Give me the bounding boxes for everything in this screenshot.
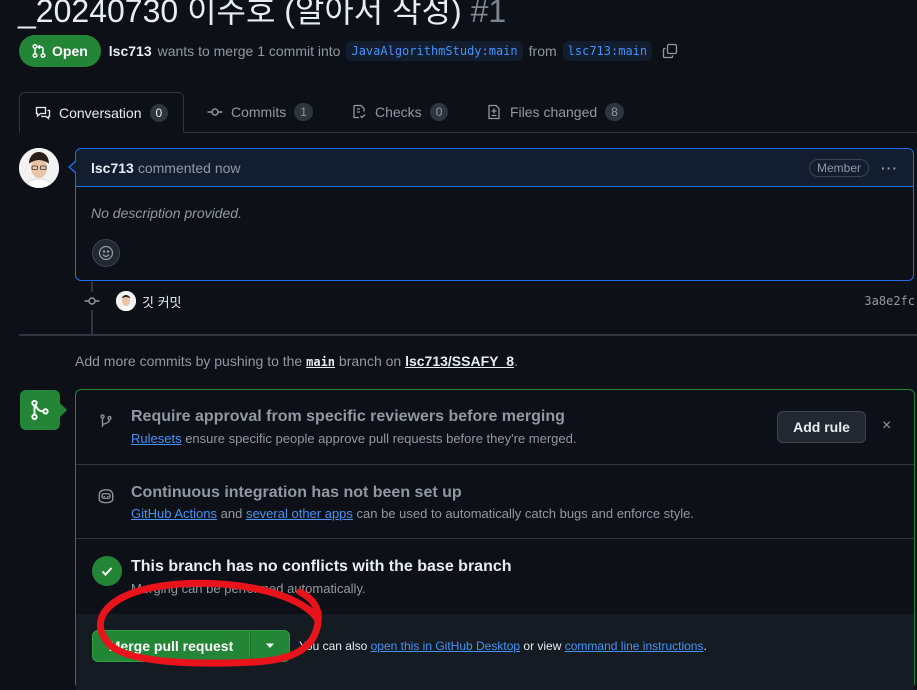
pr-title-text: _20240730 이주호 (알아서 작성)	[18, 0, 462, 29]
merge-box: Require approval from specific reviewers…	[75, 389, 915, 690]
close-icon[interactable]: ×	[882, 417, 891, 435]
rulesets-text: Rulesets ensure specific people approve …	[131, 431, 576, 446]
tab-counter: 0	[429, 103, 449, 121]
commit-author-avatar[interactable]	[116, 291, 136, 311]
rulesets-section: Require approval from specific reviewers…	[76, 390, 914, 465]
comment-box: lsc713 commented now Member ··· No descr…	[68, 148, 914, 281]
merge-footer: Merge pull request You can also open thi…	[76, 614, 914, 690]
tab-label: Checks	[375, 104, 422, 120]
push-hint-branch[interactable]: main	[306, 355, 335, 369]
comment-body: No description provided.	[91, 205, 242, 221]
ci-text: GitHub Actions and several other apps ca…	[131, 506, 694, 521]
pr-state-badge: Open	[19, 35, 101, 67]
tab-label: Commits	[231, 104, 287, 120]
tab-counter: 8	[605, 103, 624, 121]
conflicts-section: This branch has no conflicts with the ba…	[76, 539, 914, 614]
tab-counter: 1	[294, 103, 313, 121]
other-apps-link[interactable]: several other apps	[246, 506, 353, 521]
pr-number: #1	[470, 0, 507, 29]
file-diff-icon	[488, 104, 500, 120]
pr-merge-text: wants to merge 1 commit into	[157, 43, 341, 59]
github-desktop-link[interactable]: open this in GitHub Desktop	[371, 639, 520, 653]
conflicts-text: Merging can be performed automatically.	[131, 581, 366, 596]
tab-label: Conversation	[59, 104, 142, 121]
kebab-horizontal-icon[interactable]: ···	[881, 160, 898, 176]
merge-pull-request-button[interactable]: Merge pull request	[92, 630, 250, 662]
merge-alt-prefix: You can also	[299, 639, 368, 653]
comment-discussion-icon	[35, 106, 51, 120]
comment-time[interactable]: commented now	[138, 160, 241, 176]
tab-commits[interactable]: Commits 1	[192, 92, 328, 132]
ci-desc: can be used to automatically catch bugs …	[356, 506, 695, 521]
commit-sha[interactable]: 3a8e2fc	[864, 294, 915, 308]
git-branch-icon	[92, 407, 120, 435]
head-branch[interactable]: lsc713:main	[562, 41, 653, 61]
copilot-icon	[92, 482, 120, 510]
member-badge: Member	[808, 158, 869, 177]
pr-title: _20240730 이주호 (알아서 작성) #1	[18, 0, 506, 32]
tab-checks[interactable]: Checks 0	[336, 92, 463, 132]
merge-alt-middle: or view	[523, 639, 562, 653]
github-actions-link[interactable]: GitHub Actions	[131, 506, 217, 521]
tab-conversation[interactable]: Conversation 0	[19, 92, 185, 133]
merge-alternatives: You can also open this in GitHub Desktop…	[299, 639, 707, 653]
push-hint-repo[interactable]: lsc713/SSAFY_8	[405, 353, 514, 369]
timeline-divider	[19, 334, 917, 336]
command-line-link[interactable]: command line instructions	[565, 639, 704, 653]
triangle-down-icon	[266, 643, 274, 648]
git-merge-icon	[20, 390, 67, 430]
merge-alt-suffix: .	[703, 639, 707, 653]
rulesets-title: Require approval from specific reviewers…	[131, 408, 565, 425]
push-hint: Add more commits by pushing to the main …	[75, 353, 518, 369]
copy-icon[interactable]	[662, 43, 678, 59]
rulesets-link[interactable]: Rulesets	[131, 431, 182, 446]
git-pull-request-icon	[32, 43, 46, 59]
conflicts-title: This branch has no conflicts with the ba…	[131, 558, 512, 575]
ci-title: Continuous integration has not been set …	[131, 484, 462, 501]
checklist-icon	[353, 104, 366, 119]
ci-and: and	[220, 506, 243, 521]
pr-state-label: Open	[52, 43, 88, 59]
add-rule-button[interactable]: Add rule	[777, 411, 866, 443]
pr-from-text: from	[528, 43, 557, 59]
pr-meta: Open lsc713 wants to merge 1 commit into…	[19, 35, 678, 67]
pr-author-link[interactable]: lsc713	[109, 43, 152, 59]
base-branch[interactable]: JavaAlgorithmStudy:main	[346, 41, 523, 61]
smiley-icon[interactable]	[92, 239, 120, 267]
git-commit-icon	[83, 292, 101, 310]
tab-label: Files changed	[510, 104, 598, 120]
rulesets-desc: ensure specific people approve pull requ…	[185, 431, 577, 446]
check-icon	[92, 556, 122, 586]
tab-counter: 0	[149, 103, 169, 122]
merge-options-dropdown[interactable]	[250, 630, 290, 662]
push-hint-middle: branch on	[338, 353, 402, 369]
tab-files-changed[interactable]: Files changed 8	[471, 92, 639, 132]
commit-row: 깃 커밋 3a8e2fc	[83, 290, 915, 312]
push-hint-suffix: .	[514, 353, 518, 369]
comment-header: lsc713 commented now Member ···	[76, 149, 913, 187]
git-commit-icon	[207, 108, 223, 116]
ci-section: Continuous integration has not been set …	[76, 465, 914, 539]
push-hint-prefix: Add more commits by pushing to the	[75, 353, 303, 369]
commit-message[interactable]: 깃 커밋	[142, 292, 182, 311]
pr-tabs: Conversation 0 Commits 1 Checks 0 Files …	[19, 92, 917, 133]
comment-author[interactable]: lsc713	[91, 160, 134, 176]
avatar[interactable]	[19, 148, 59, 188]
